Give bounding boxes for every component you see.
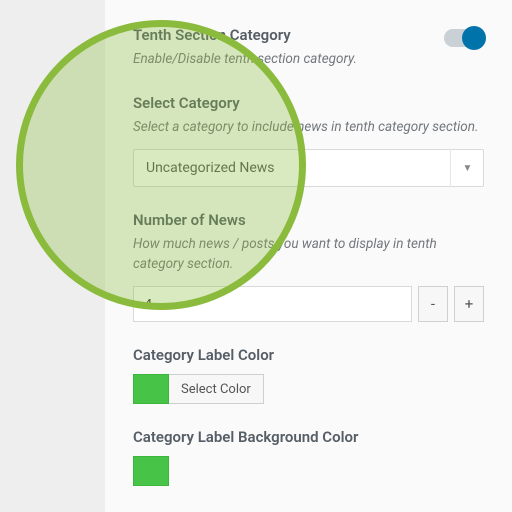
field-title: Category Label Color xyxy=(133,346,484,364)
settings-panel: Tenth Section Category Enable/Disable te… xyxy=(105,0,512,512)
decrement-button[interactable]: - xyxy=(418,286,448,322)
field-title: Tenth Section Category xyxy=(133,26,291,44)
toggle-tenth-section[interactable] xyxy=(444,29,484,47)
select-value: Uncategorized News xyxy=(146,160,275,176)
field-select-category: Select Category Select a category to inc… xyxy=(133,94,484,188)
field-title: Select Category xyxy=(133,94,484,112)
field-title: Category Label Background Color xyxy=(133,428,484,446)
field-tenth-section-category: Tenth Section Category Enable/Disable te… xyxy=(133,26,484,70)
number-of-news-input[interactable] xyxy=(133,286,412,322)
toggle-knob xyxy=(462,26,486,50)
color-swatch[interactable] xyxy=(133,456,169,486)
select-color-button[interactable]: Select Color xyxy=(169,374,264,404)
category-select[interactable]: Uncategorized News xyxy=(133,149,484,187)
field-description: How much news / posts you want to displa… xyxy=(133,235,484,274)
field-category-label-color: Category Label Color Select Color xyxy=(133,346,484,404)
field-title: Number of News xyxy=(133,211,484,229)
field-description: Enable/Disable tenth section category. xyxy=(133,50,484,70)
field-category-label-bg-color: Category Label Background Color xyxy=(133,428,484,486)
color-swatch[interactable] xyxy=(133,374,169,404)
field-description: Select a category to include news in ten… xyxy=(133,118,484,138)
chevron-down-icon: ▼ xyxy=(450,149,484,187)
field-number-of-news: Number of News How much news / posts you… xyxy=(133,211,484,322)
increment-button[interactable]: + xyxy=(454,286,484,322)
